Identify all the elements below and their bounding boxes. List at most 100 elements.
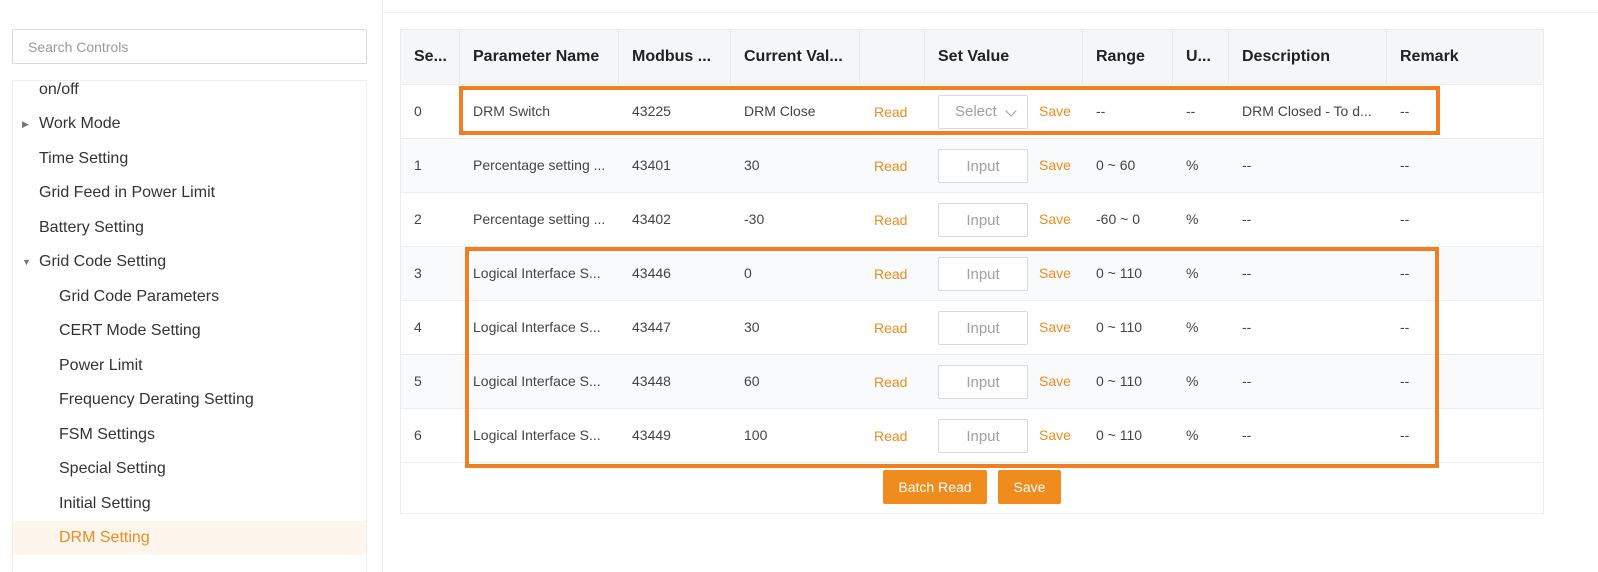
table-row: 5 Logical Interface S... 43448 60 Read S… xyxy=(401,355,1543,409)
cell-unit: % xyxy=(1186,157,1199,173)
sidebar-item-frequency-derating-setting[interactable]: Frequency Derating Setting xyxy=(13,383,366,417)
set-value-input[interactable] xyxy=(938,257,1028,291)
sidebar-item-drm-setting[interactable]: DRM Setting xyxy=(13,521,366,555)
cell-modbus: 43446 xyxy=(632,265,671,281)
batch-read-button[interactable]: Batch Read xyxy=(883,470,987,504)
sidebar-item-label: CERT Mode Setting xyxy=(59,322,201,339)
save-button[interactable]: Save xyxy=(998,470,1061,504)
save-link[interactable]: Save xyxy=(1039,247,1071,300)
cell-description: -- xyxy=(1242,157,1252,173)
caret-right-icon[interactable]: ▶ xyxy=(22,107,29,141)
sidebar-item-label: DRM Setting xyxy=(59,529,150,546)
cell-remark: -- xyxy=(1400,211,1410,227)
sidebar: on/off ▶ Work Mode Time Setting Grid Feed… xyxy=(0,0,383,572)
cell-seq: 4 xyxy=(414,319,422,335)
set-value-input[interactable] xyxy=(938,149,1028,183)
save-link[interactable]: Save xyxy=(1039,139,1071,192)
cell-unit: % xyxy=(1186,427,1199,443)
cell-seq: 5 xyxy=(414,373,422,389)
set-value-input[interactable] xyxy=(938,419,1028,453)
cell-description: -- xyxy=(1242,427,1252,443)
cell-unit: % xyxy=(1186,373,1199,389)
read-link[interactable]: Read xyxy=(874,355,907,410)
column-header-current-value[interactable]: Current Val... xyxy=(731,30,860,84)
sidebar-item-label: Battery Setting xyxy=(39,219,144,236)
caret-down-icon[interactable]: ▼ xyxy=(22,245,31,279)
sidebar-item-power-limit[interactable]: Power Limit xyxy=(13,349,366,383)
cell-modbus: 43401 xyxy=(632,157,671,173)
read-link[interactable]: Read xyxy=(874,301,907,356)
sidebar-item-cert-mode-setting[interactable]: CERT Mode Setting xyxy=(13,314,366,348)
read-link[interactable]: Read xyxy=(874,85,907,140)
sidebar-item-special-setting[interactable]: Special Setting xyxy=(13,452,366,486)
column-header-remark[interactable]: Remark xyxy=(1387,30,1543,84)
cell-range: 0 ~ 110 xyxy=(1096,319,1143,335)
sidebar-item-label: Power Limit xyxy=(59,357,143,374)
cell-remark: -- xyxy=(1400,103,1410,119)
cell-seq: 3 xyxy=(414,265,422,281)
sidebar-item-work-mode[interactable]: ▶ Work Mode xyxy=(13,107,366,141)
sidebar-item-on-off[interactable]: on/off xyxy=(13,81,366,107)
set-value-input[interactable] xyxy=(938,311,1028,345)
read-link[interactable]: Read xyxy=(874,193,907,248)
sidebar-item-initial-setting[interactable]: Initial Setting xyxy=(13,487,366,521)
sidebar-item-label: on/off xyxy=(39,81,79,98)
cell-unit: % xyxy=(1186,265,1199,281)
search-input[interactable] xyxy=(12,29,367,64)
column-header-unit[interactable]: U... xyxy=(1173,30,1229,84)
cell-range: 0 ~ 110 xyxy=(1096,373,1143,389)
column-header-seq[interactable]: Se... xyxy=(401,30,460,84)
read-link[interactable]: Read xyxy=(874,247,907,302)
sidebar-item-grid-feed-in-power-limit[interactable]: Grid Feed in Power Limit xyxy=(13,176,366,210)
cell-parameter-name: DRM Switch xyxy=(473,103,551,119)
sidebar-item-fsm-settings[interactable]: FSM Settings xyxy=(13,418,366,452)
read-link[interactable]: Read xyxy=(874,139,907,194)
save-link[interactable]: Save xyxy=(1039,355,1071,408)
sidebar-item-grid-code-setting[interactable]: ▼ Grid Code Setting xyxy=(13,245,366,279)
column-header-parameter-name[interactable]: Parameter Name xyxy=(460,30,619,84)
sidebar-item-grid-code-parameters[interactable]: Grid Code Parameters xyxy=(13,280,366,314)
cell-current-value: 30 xyxy=(744,319,760,335)
cell-current-value: DRM Close xyxy=(744,103,816,119)
column-header-range[interactable]: Range xyxy=(1083,30,1173,84)
cell-range: 0 ~ 110 xyxy=(1096,427,1143,443)
cell-remark: -- xyxy=(1400,265,1410,281)
column-header-modbus[interactable]: Modbus ... xyxy=(619,30,731,84)
sidebar-item-label: Initial Setting xyxy=(59,495,151,512)
set-value-input[interactable] xyxy=(938,203,1028,237)
sidebar-item-battery-setting[interactable]: Battery Setting xyxy=(13,211,366,245)
column-header-set-value[interactable]: Set Value xyxy=(925,30,1083,84)
set-value-input[interactable] xyxy=(938,365,1028,399)
column-header-description[interactable]: Description xyxy=(1229,30,1387,84)
table-row: 2 Percentage setting ... 43402 -30 Read … xyxy=(401,193,1543,247)
cell-description: -- xyxy=(1242,265,1252,281)
save-link[interactable]: Save xyxy=(1039,409,1071,462)
cell-range: -- xyxy=(1096,103,1106,119)
cell-seq: 1 xyxy=(414,157,422,173)
save-link[interactable]: Save xyxy=(1039,85,1071,138)
chevron-down-icon xyxy=(1005,105,1017,117)
cell-modbus: 43402 xyxy=(632,211,671,227)
sidebar-item-label: Grid Feed in Power Limit xyxy=(39,184,216,201)
cell-remark: -- xyxy=(1400,373,1410,389)
column-header-action xyxy=(860,30,925,84)
sidebar-item-time-setting[interactable]: Time Setting xyxy=(13,142,366,176)
sidebar-item-label: Frequency Derating Setting xyxy=(59,391,254,408)
cell-modbus: 43447 xyxy=(632,319,671,335)
cell-description: -- xyxy=(1242,319,1252,335)
cell-description: -- xyxy=(1242,373,1252,389)
cell-parameter-name: Percentage setting ... xyxy=(473,157,606,173)
table-row: 6 Logical Interface S... 43449 100 Read … xyxy=(401,409,1543,463)
cell-parameter-name: Logical Interface S... xyxy=(473,265,601,281)
sidebar-item-label: Special Setting xyxy=(59,460,166,477)
table-row: 0 DRM Switch 43225 DRM Close Read Select… xyxy=(401,85,1543,139)
sidebar-item-label: Grid Code Setting xyxy=(39,253,167,270)
save-link[interactable]: Save xyxy=(1039,193,1071,246)
read-link[interactable]: Read xyxy=(874,409,907,464)
cell-description: DRM Closed - To d... xyxy=(1242,103,1372,119)
save-link[interactable]: Save xyxy=(1039,301,1071,354)
table-row: 1 Percentage setting ... 43401 30 Read S… xyxy=(401,139,1543,193)
set-value-select[interactable]: Select xyxy=(938,95,1028,129)
cell-unit: % xyxy=(1186,211,1199,227)
cell-modbus: 43449 xyxy=(632,427,671,443)
